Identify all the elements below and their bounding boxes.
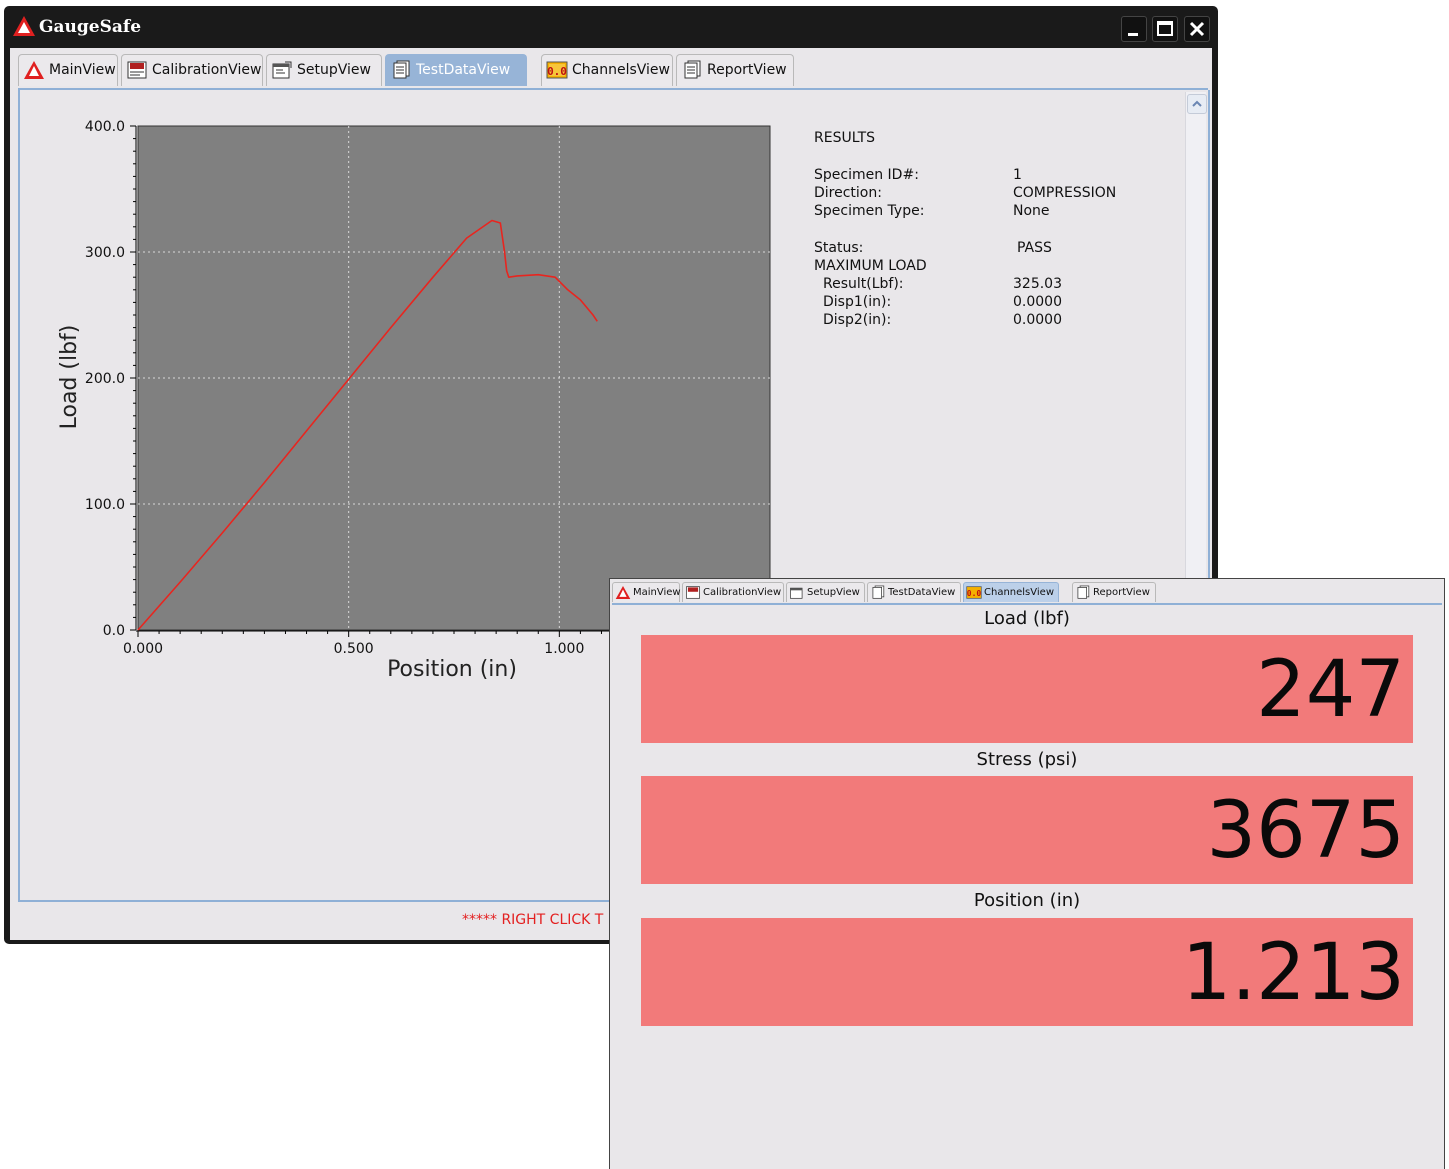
- y-axis-title: Load (lbf): [57, 325, 82, 430]
- disp2-label: Disp2(in):: [823, 312, 892, 328]
- results-heading: RESULTS: [814, 130, 876, 146]
- tab-testdataview[interactable]: TestDataView: [867, 582, 961, 602]
- tab-setupview[interactable]: SetupView: [786, 582, 865, 602]
- load-channel-label: Load (lbf): [984, 608, 1070, 629]
- y-tick-label: 400.0: [85, 119, 125, 135]
- tab-channelsview-label: ChannelsView: [984, 587, 1054, 598]
- specimen-type-label: Specimen Type:: [814, 203, 925, 219]
- y-tick-label: 200.0: [85, 371, 125, 387]
- load-readout: 247: [641, 635, 1413, 743]
- position-channel-label: Position (in): [973, 890, 1081, 911]
- right-click-hint: ***** RIGHT CLICK T: [462, 912, 604, 928]
- status-value: PASS: [1017, 240, 1052, 256]
- y-tick-label: 300.0: [85, 245, 125, 261]
- channels-view-tabs: MainView CalibrationView SetupView TestD…: [612, 581, 1442, 605]
- max-load-label: MAXIMUM LOAD: [814, 258, 927, 274]
- stress-channel-label: Stress (psi): [976, 749, 1078, 770]
- tab-setupview-label: SetupView: [807, 587, 860, 598]
- tab-mainview-label: MainView: [633, 587, 681, 598]
- digital-readout-icon: 0.0: [966, 586, 982, 599]
- position-value: 1.213: [1181, 928, 1405, 1018]
- calibration-chart-icon: [686, 586, 700, 599]
- x-tick-label: 0.500: [334, 641, 374, 657]
- tab-reportview[interactable]: ReportView: [1072, 582, 1156, 602]
- setup-dialog-icon: [790, 587, 803, 599]
- warning-triangle-icon: [615, 585, 631, 600]
- specimen-id-value: 1: [1013, 167, 1022, 183]
- tab-channelsview[interactable]: 0.0 ChannelsView: [963, 582, 1059, 602]
- tab-testdataview-label: TestDataView: [888, 587, 956, 598]
- tab-calibrationview[interactable]: CalibrationView: [682, 582, 784, 602]
- disp1-value: 0.0000: [1013, 294, 1062, 310]
- x-tick-label: 1.000: [544, 641, 584, 657]
- specimen-type-value: None: [1013, 203, 1050, 219]
- x-axis-title: Position (in): [387, 657, 517, 682]
- status-label: Status:: [814, 240, 864, 256]
- document-stack-icon: [872, 585, 885, 599]
- load-value: 247: [1256, 645, 1405, 735]
- direction-label: Direction:: [814, 185, 882, 201]
- tab-mainview[interactable]: MainView: [612, 582, 681, 602]
- channels-window: MainView CalibrationView SetupView TestD…: [609, 578, 1445, 1169]
- y-axis: 0.0 100.0 200.0 300.0 400.0: [85, 119, 137, 639]
- tab-calibrationview-label: CalibrationView: [703, 587, 782, 598]
- result-value: 325.03: [1013, 276, 1062, 292]
- x-tick-label: 0.000: [123, 641, 163, 657]
- report-pages-icon: [1077, 585, 1090, 599]
- disp2-value: 0.0000: [1013, 312, 1062, 328]
- position-readout: 1.213: [641, 918, 1413, 1026]
- tab-reportview-label: ReportView: [1093, 587, 1150, 598]
- stress-readout: 3675: [641, 776, 1413, 884]
- disp1-label: Disp1(in):: [823, 294, 892, 310]
- y-tick-label: 100.0: [85, 497, 125, 513]
- result-label: Result(Lbf):: [823, 276, 904, 292]
- direction-value: COMPRESSION: [1013, 185, 1117, 201]
- y-tick-label: 0.0: [103, 623, 125, 639]
- specimen-id-label: Specimen ID#:: [814, 167, 919, 183]
- svg-text:0.0: 0.0: [967, 589, 982, 598]
- stress-value: 3675: [1206, 786, 1405, 876]
